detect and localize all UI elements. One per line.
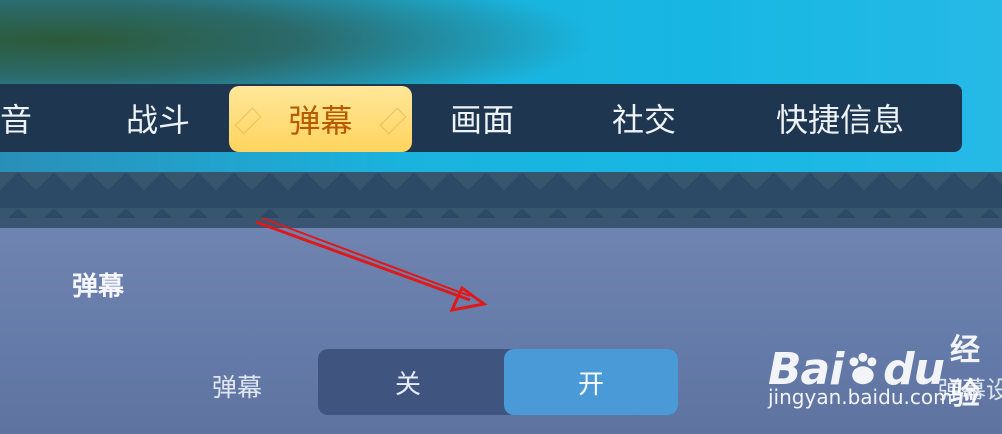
watermark: Bai du 经验 jingyan.baidu.com [768, 325, 1002, 413]
paw-icon [849, 352, 877, 385]
watermark-url: jingyan.baidu.com [768, 385, 953, 409]
